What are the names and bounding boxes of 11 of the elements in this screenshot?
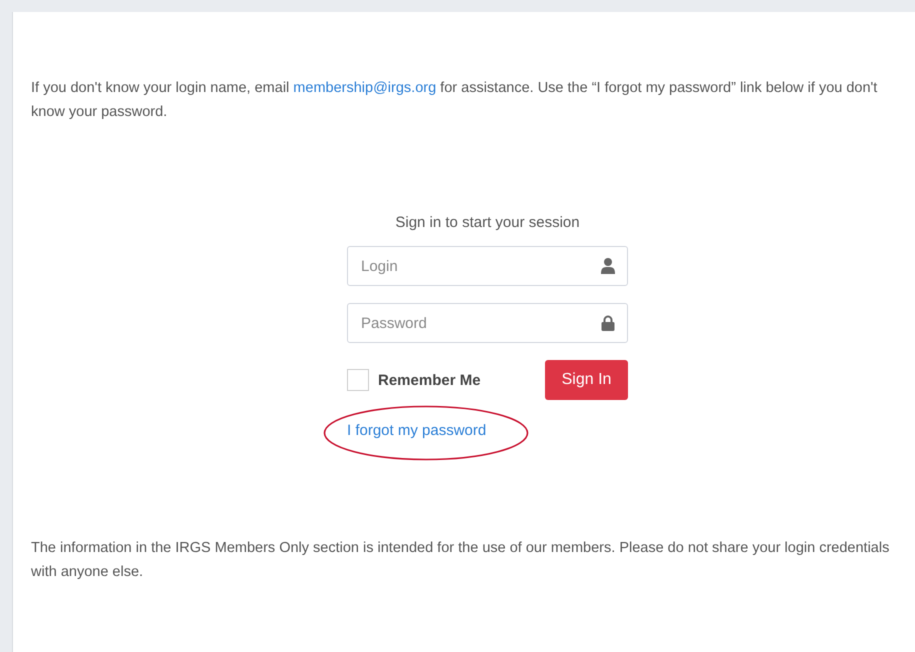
sign-in-message: Sign in to start your session: [394, 214, 581, 231]
login-field[interactable]: Login: [347, 246, 628, 286]
members-notice: The information in the IRGS Members Only section is intended for the use of our members. Please do not share your login credentials with anyone else.: [31, 539, 890, 582]
user-icon: [601, 258, 615, 274]
intro-paragraph: If you don't know your login name, email membership@irgs.org for assistance. Use the “I forgot my password” link below if you don't know your password.: [31, 79, 878, 122]
sign-in-button[interactable]: Sign In: [545, 360, 628, 400]
lock-icon: [601, 315, 615, 331]
remember-label: Remember Me: [378, 372, 481, 388]
password-field[interactable]: Password: [347, 303, 628, 343]
email-link[interactable]: membership@irgs.org: [293, 80, 436, 96]
remember-checkbox[interactable]: [347, 369, 369, 391]
